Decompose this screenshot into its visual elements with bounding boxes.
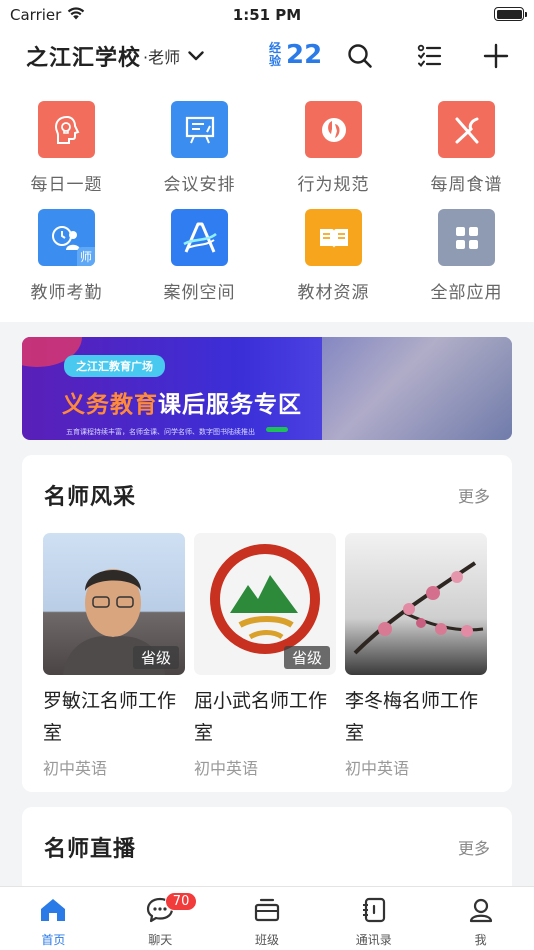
tab-label: 班级	[254, 933, 279, 947]
promo-banner[interactable]: 之江汇教育广场 义务教育课后服务专区 五育课程持续丰富，名师金课、问学名师、数字…	[22, 337, 512, 440]
app-label: 全部应用	[430, 283, 503, 303]
experience-label: 经验	[268, 41, 281, 68]
tab-class[interactable]: 班级	[214, 887, 321, 950]
famous-teachers-card: 名师风采 更多 省级 罗敏江名师工作室 初中英语 省级 屈小武名师工作室 初中英…	[22, 455, 512, 792]
teacher-tag: 师	[76, 247, 95, 266]
tab-label: 聊天	[148, 933, 173, 947]
rules-icon	[305, 101, 362, 158]
status-bar: Carrier 1:51 PM	[0, 0, 534, 30]
banner-photo	[322, 337, 512, 440]
more-link[interactable]: 更多	[458, 835, 490, 859]
section-title: 名师风采	[44, 485, 137, 510]
user-icon	[467, 897, 495, 927]
more-link[interactable]: 更多	[458, 483, 490, 507]
app-case-space[interactable]: 案例空间	[133, 209, 266, 303]
section-title: 名师直播	[44, 837, 137, 862]
teacher-card[interactable]: 省级 屈小武名师工作室 初中英语	[194, 533, 336, 779]
teacher-card[interactable]: 李冬梅名师工作室 初中英语	[345, 533, 487, 779]
status-time: 1:51 PM	[232, 6, 302, 24]
experience-value: 22	[286, 40, 323, 70]
app-grid: 每日一题 会议安排 行为规范 每周食谱 师 教师考勤 案例空间 教材资源 全部应…	[0, 82, 534, 322]
app-label: 教材资源	[297, 283, 370, 303]
tab-me[interactable]: 我	[427, 887, 534, 950]
role-label: ·老师	[143, 48, 181, 67]
teacher-name: 罗敏江名师工作室	[43, 690, 177, 744]
banner-title: 义务教育课后服务专区	[62, 385, 302, 419]
tab-label: 首页	[41, 933, 66, 947]
chevron-down-icon	[188, 51, 204, 61]
banner-subtitle: 五育课程持续丰富，名师金课、问学名师、数字图书陆续推出	[66, 428, 255, 436]
tab-label: 通讯录	[355, 933, 392, 947]
tab-bar: 首页 70 聊天 班级 通讯录 我	[0, 886, 534, 950]
app-label: 教师考勤	[30, 283, 103, 303]
teacher-level: 省级	[132, 646, 179, 669]
banner-title-highlight: 义务教育	[62, 392, 158, 418]
search-icon[interactable]	[346, 42, 374, 70]
tab-label: 我	[474, 933, 487, 947]
home-icon	[39, 897, 67, 927]
banner-page-indicator	[266, 427, 288, 432]
top-header: 之江汇学校 ·老师 经验 22	[0, 30, 534, 82]
add-icon[interactable]	[482, 42, 510, 70]
app-label: 每周食谱	[430, 175, 503, 195]
contacts-icon	[360, 897, 388, 927]
banner-pill: 之江汇教育广场	[64, 355, 165, 377]
tab-home[interactable]: 首页	[0, 887, 107, 950]
teacher-photo: 省级	[194, 533, 336, 675]
cutlery-icon	[438, 101, 495, 158]
app-label: 案例空间	[163, 283, 236, 303]
tab-contacts[interactable]: 通讯录	[320, 887, 427, 950]
tab-chat[interactable]: 70 聊天	[107, 887, 214, 950]
book-icon	[305, 209, 362, 266]
class-icon	[253, 897, 281, 927]
battery-icon	[494, 7, 527, 21]
app-all-apps[interactable]: 全部应用	[400, 209, 533, 303]
teacher-subject: 初中英语	[345, 759, 410, 778]
app-label: 每日一题	[30, 175, 103, 195]
unread-badge: 70	[164, 892, 198, 911]
presentation-icon	[171, 101, 228, 158]
lightbulb-head-icon	[38, 101, 95, 158]
app-textbook-resources[interactable]: 教材资源	[267, 209, 400, 303]
teacher-card[interactable]: 省级 罗敏江名师工作室 初中英语	[43, 533, 185, 779]
case-space-icon	[171, 209, 228, 266]
app-label: 行为规范	[297, 175, 370, 195]
grid-apps-icon	[438, 209, 495, 266]
app-meeting-schedule[interactable]: 会议安排	[133, 101, 266, 195]
banner-title-rest: 课后服务专区	[158, 392, 302, 418]
teacher-level: 省级	[283, 646, 330, 669]
teacher-photo	[345, 533, 487, 675]
teacher-name: 屈小武名师工作室	[194, 690, 328, 744]
task-list-icon[interactable]	[416, 42, 444, 70]
teacher-photo: 省级	[43, 533, 185, 675]
teacher-attendance-icon: 师	[38, 209, 95, 266]
teacher-name: 李冬梅名师工作室	[345, 690, 479, 744]
app-daily-question[interactable]: 每日一题	[0, 101, 133, 195]
teacher-subject: 初中英语	[194, 759, 259, 778]
app-teacher-attendance[interactable]: 师 教师考勤	[0, 209, 133, 303]
teacher-subject: 初中英语	[43, 759, 108, 778]
experience-points[interactable]: 经验 22	[268, 40, 322, 70]
school-switcher[interactable]: 之江汇学校 ·老师	[26, 40, 204, 72]
app-behavior-rules[interactable]: 行为规范	[267, 101, 400, 195]
app-label: 会议安排	[163, 175, 236, 195]
school-name: 之江汇学校	[26, 46, 142, 71]
app-weekly-menu[interactable]: 每周食谱	[400, 101, 533, 195]
